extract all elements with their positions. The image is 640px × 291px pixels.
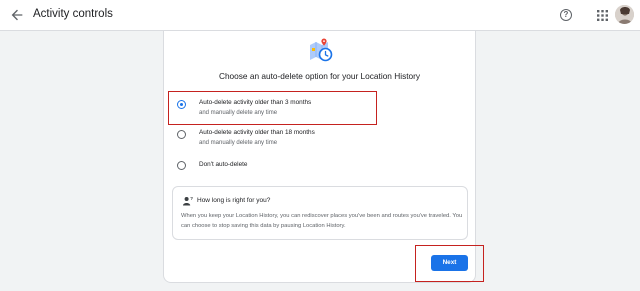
option-sublabel: and manually delete any time xyxy=(199,140,278,146)
svg-text:?: ? xyxy=(190,196,193,201)
help-circle-icon[interactable]: ? xyxy=(560,9,572,21)
card-heading: Choose an auto-delete option for your Lo… xyxy=(218,71,421,81)
info-panel: ? How long is right for you? When you ke… xyxy=(172,186,468,240)
page-title: Activity controls xyxy=(33,8,113,20)
option-label: Auto-delete activity older than 18 month… xyxy=(199,129,315,136)
top-app-bar: Activity controls ? xyxy=(0,0,640,31)
info-body: When you keep your Location History, you… xyxy=(181,213,463,229)
highlight-box-option xyxy=(168,91,377,125)
radio-18-months[interactable] xyxy=(177,130,186,139)
apps-grid-icon[interactable] xyxy=(597,10,608,21)
radio-dont-auto-delete[interactable] xyxy=(177,161,186,170)
person-question-icon: ? xyxy=(183,196,193,206)
option-label: Don't auto-delete xyxy=(199,161,248,168)
info-title: How long is right for you? xyxy=(197,197,271,204)
highlight-box-next xyxy=(415,245,484,282)
arrow-back-icon[interactable] xyxy=(9,7,25,23)
account-avatar[interactable] xyxy=(615,5,634,24)
map-clock-icon xyxy=(310,38,333,62)
